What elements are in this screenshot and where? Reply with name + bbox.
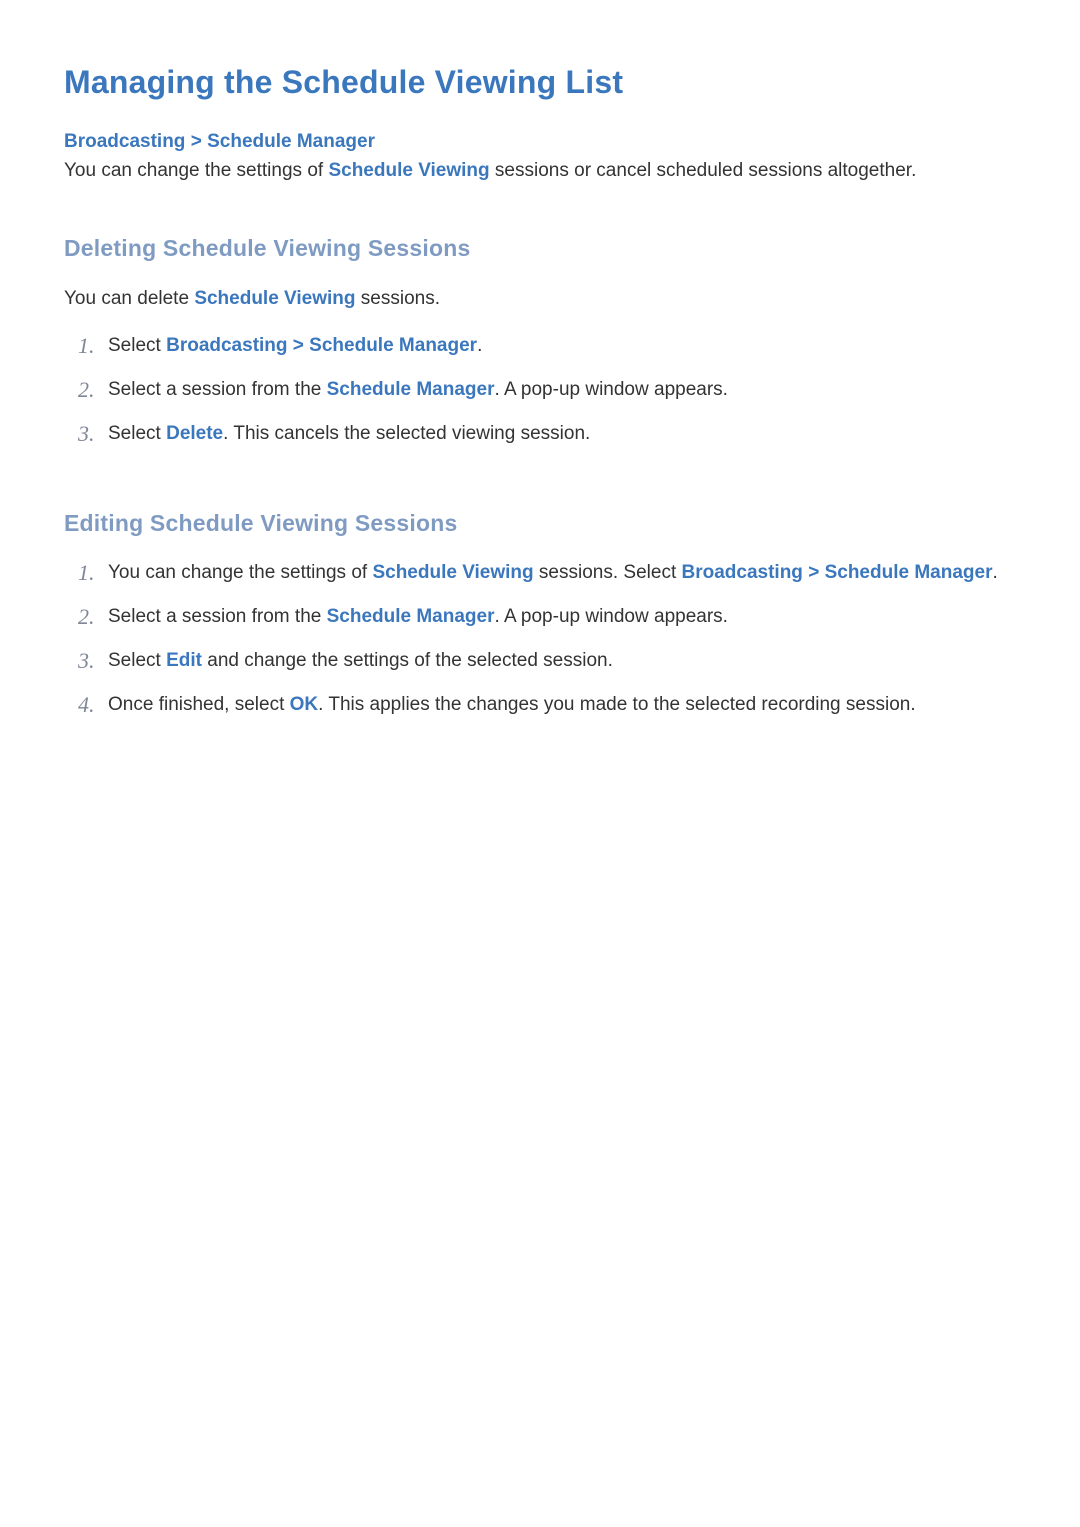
section-title-deleting: Deleting Schedule Viewing Sessions <box>64 231 1016 266</box>
section1-steps: 1. Select Broadcasting > Schedule Manage… <box>64 332 1016 450</box>
section-title-editing: Editing Schedule Viewing Sessions <box>64 506 1016 541</box>
section2-step-3: 3. Select Edit and change the settings o… <box>78 647 1016 677</box>
step-text: You can change the settings of Schedule … <box>108 559 1016 588</box>
step-text: Select a session from the Schedule Manag… <box>108 603 1016 632</box>
step-text: Select Edit and change the settings of t… <box>108 647 1016 676</box>
section2-step-1: 1. You can change the settings of Schedu… <box>78 559 1016 589</box>
t: Select a session from the <box>108 606 327 627</box>
hl: Schedule Manager <box>309 335 477 356</box>
sep: > <box>288 335 310 356</box>
step-number: 4. <box>78 688 108 721</box>
document-page: Managing the Schedule Viewing List Broad… <box>0 0 1080 1527</box>
t: . <box>992 562 997 583</box>
t: . <box>477 335 482 356</box>
step-text: Select Delete. This cancels the selected… <box>108 420 1016 449</box>
section1-step-2: 2. Select a session from the Schedule Ma… <box>78 376 1016 406</box>
intro-highlight: Schedule Viewing <box>328 160 489 181</box>
intro-text-pre: You can change the settings of <box>64 160 328 181</box>
breadcrumb-part-1: Broadcasting <box>64 131 185 152</box>
t: Select a session from the <box>108 379 327 400</box>
section2-step-2: 2. Select a session from the Schedule Ma… <box>78 603 1016 633</box>
hl: OK <box>290 694 319 715</box>
t: . A pop-up window appears. <box>495 606 728 627</box>
t: sessions. Select <box>534 562 682 583</box>
hl: Schedule Viewing <box>372 562 533 583</box>
t: You can change the settings of <box>108 562 372 583</box>
t: Select <box>108 423 166 444</box>
t: Select <box>108 650 166 671</box>
hl: Schedule Manager <box>327 606 495 627</box>
page-title: Managing the Schedule Viewing List <box>64 58 1016 106</box>
hl: Broadcasting <box>166 335 287 356</box>
step-number: 1. <box>78 329 108 362</box>
intro-text-post: sessions or cancel scheduled sessions al… <box>490 160 917 181</box>
breadcrumb-separator: > <box>191 131 202 152</box>
section-deleting: Deleting Schedule Viewing Sessions You c… <box>64 231 1016 450</box>
step-number: 2. <box>78 600 108 633</box>
step-text: Select a session from the Schedule Manag… <box>108 376 1016 405</box>
t: Once finished, select <box>108 694 290 715</box>
section1-lead-highlight: Schedule Viewing <box>194 288 355 309</box>
section-editing: Editing Schedule Viewing Sessions 1. You… <box>64 506 1016 721</box>
hl: Schedule Manager <box>327 379 495 400</box>
hl: Schedule Manager <box>825 562 993 583</box>
breadcrumb-part-2: Schedule Manager <box>207 131 375 152</box>
step-text: Select Broadcasting > Schedule Manager. <box>108 332 1016 361</box>
section1-lead-post: sessions. <box>356 288 440 309</box>
step-number: 1. <box>78 556 108 589</box>
step-number: 3. <box>78 417 108 450</box>
step-number: 3. <box>78 644 108 677</box>
section1-lead-pre: You can delete <box>64 288 194 309</box>
section1-lead: You can delete Schedule Viewing sessions… <box>64 285 1016 314</box>
section2-step-4: 4. Once finished, select OK. This applie… <box>78 691 1016 721</box>
section1-step-1: 1. Select Broadcasting > Schedule Manage… <box>78 332 1016 362</box>
t: Select <box>108 335 166 356</box>
step-number: 2. <box>78 373 108 406</box>
t: . This cancels the selected viewing sess… <box>223 423 590 444</box>
hl: Edit <box>166 650 202 671</box>
t: and change the settings of the selected … <box>202 650 613 671</box>
page-intro-block: Broadcasting > Schedule Manager You can … <box>64 128 1016 185</box>
section1-step-3: 3. Select Delete. This cancels the selec… <box>78 420 1016 450</box>
sep: > <box>803 562 825 583</box>
hl: Delete <box>166 423 223 444</box>
hl: Broadcasting <box>682 562 803 583</box>
step-text: Once finished, select OK. This applies t… <box>108 691 1016 720</box>
t: . A pop-up window appears. <box>495 379 728 400</box>
t: . This applies the changes you made to t… <box>318 694 915 715</box>
section2-steps: 1. You can change the settings of Schedu… <box>64 559 1016 721</box>
